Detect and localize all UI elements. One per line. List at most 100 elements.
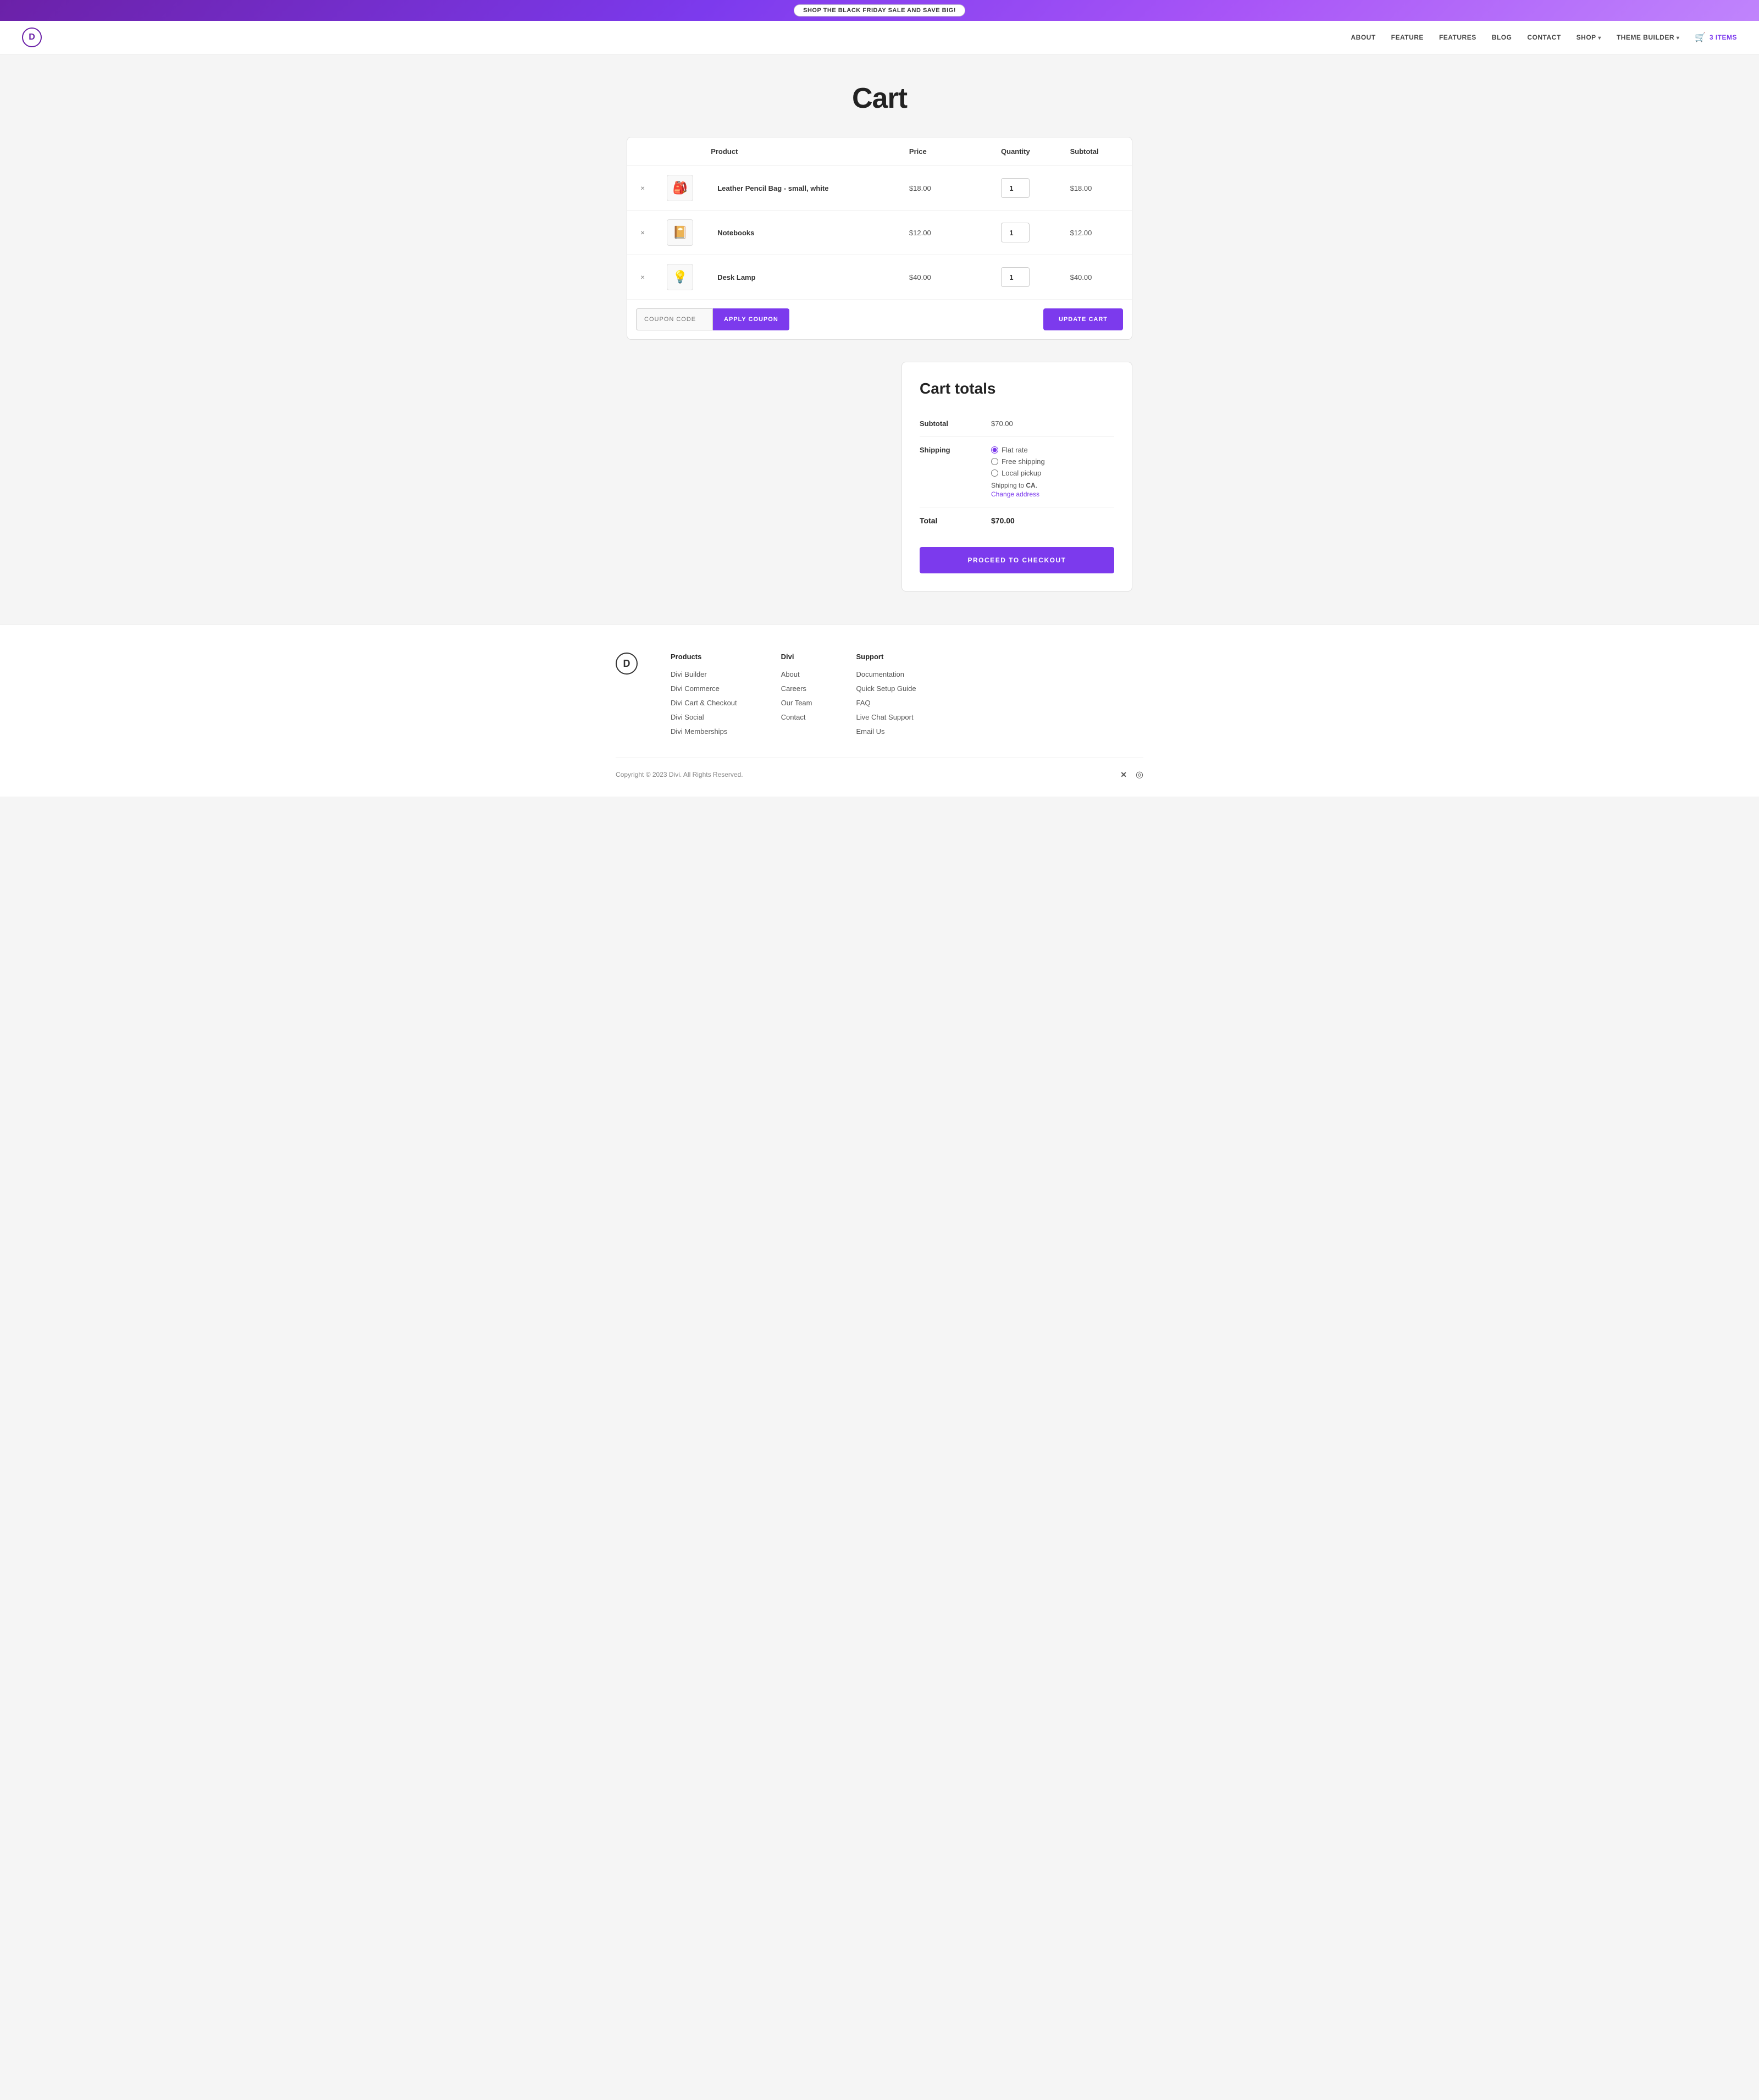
product-name-3[interactable]: Desk Lamp [711, 273, 755, 281]
col-price-header: Price [900, 137, 970, 166]
nav-feature[interactable]: FEATURE [1391, 34, 1424, 41]
shipping-radio-local[interactable] [991, 469, 998, 477]
footer-products-heading: Products [671, 653, 737, 661]
instagram-icon[interactable]: ◎ [1136, 769, 1143, 780]
footer-support-list: Documentation Quick Setup Guide FAQ Live… [856, 670, 916, 736]
footer-link-divi-commerce[interactable]: Divi Commerce [671, 684, 720, 693]
logo[interactable]: D [22, 27, 42, 47]
page-title: Cart [11, 82, 1748, 115]
cart-table: Product Price Quantity Subtotal × Leathe… [627, 137, 1132, 300]
cart-totals-title: Cart totals [920, 380, 1114, 397]
nav-cart[interactable]: 🛒 3 ITEMS [1695, 32, 1737, 43]
apply-coupon-button[interactable]: APPLY COUPON [713, 308, 789, 330]
footer-link-divi-social[interactable]: Divi Social [671, 713, 704, 721]
footer-link-email-us[interactable]: Email Us [856, 727, 885, 736]
footer-link-our-team[interactable]: Our Team [781, 699, 812, 707]
list-item: FAQ [856, 698, 916, 707]
footer-copyright: Copyright © 2023 Divi. All Rights Reserv… [616, 771, 743, 778]
shipping-free-label: Free shipping [1002, 457, 1045, 466]
list-item: Email Us [856, 727, 916, 736]
main-nav: ABOUT FEATURE FEATURES BLOG CONTACT SHOP… [1351, 32, 1737, 43]
shipping-option-free[interactable]: Free shipping [991, 457, 1114, 466]
twitter-icon[interactable]: ✕ [1120, 770, 1127, 780]
cart-items-count: 3 ITEMS [1710, 34, 1737, 41]
footer-link-live-chat[interactable]: Live Chat Support [856, 713, 914, 721]
product-price-2: $12.00 [909, 229, 931, 237]
banner-text: SHOP THE BLACK FRIDAY SALE AND SAVE BIG! [794, 4, 965, 16]
footer-logo: D [616, 653, 638, 675]
product-name-2[interactable]: Notebooks [711, 229, 754, 237]
footer-col-support: Support Documentation Quick Setup Guide … [856, 653, 916, 736]
shipping-option-local[interactable]: Local pickup [991, 469, 1114, 477]
product-qty-2[interactable] [1001, 223, 1030, 242]
list-item: Quick Setup Guide [856, 684, 916, 693]
total-row: Total $70.00 [920, 507, 1114, 534]
table-row: × Desk Lamp $40.00 $40.00 [627, 255, 1132, 300]
nav-about[interactable]: ABOUT [1351, 34, 1375, 41]
footer-columns: Products Divi Builder Divi Commerce Divi… [671, 653, 1143, 736]
list-item: Divi Commerce [671, 684, 737, 693]
col-product-header: Product [702, 137, 900, 166]
footer-link-divi-memberships[interactable]: Divi Memberships [671, 727, 727, 736]
product-qty-1[interactable] [1001, 178, 1030, 198]
shipping-state: CA [1026, 482, 1035, 489]
shipping-address-note: Shipping to CA. [991, 482, 1114, 489]
footer-divi-list: About Careers Our Team Contact [781, 670, 812, 721]
product-qty-3[interactable] [1001, 267, 1030, 287]
footer-link-contact[interactable]: Contact [781, 713, 806, 721]
total-label: Total [920, 516, 991, 525]
list-item: Divi Builder [671, 670, 737, 678]
shop-dropdown-arrow: ▾ [1598, 35, 1601, 41]
remove-item-1[interactable]: × [636, 184, 649, 192]
total-value: $70.00 [991, 516, 1015, 525]
product-thumb-3 [667, 264, 693, 290]
pencil-bag-icon [672, 181, 687, 195]
shipping-option-flat[interactable]: Flat rate [991, 446, 1114, 454]
nav-contact[interactable]: CONTACT [1527, 34, 1561, 41]
subtotal-label: Subtotal [920, 419, 991, 428]
remove-item-3[interactable]: × [636, 273, 649, 281]
top-banner: SHOP THE BLACK FRIDAY SALE AND SAVE BIG! [0, 0, 1759, 21]
footer-link-divi-cart[interactable]: Divi Cart & Checkout [671, 699, 737, 707]
list-item: Divi Social [671, 712, 737, 721]
footer-support-heading: Support [856, 653, 916, 661]
remove-item-2[interactable]: × [636, 228, 649, 237]
product-price-3: $40.00 [909, 273, 931, 281]
footer-link-documentation[interactable]: Documentation [856, 670, 904, 678]
footer-link-faq[interactable]: FAQ [856, 699, 871, 707]
footer-products-list: Divi Builder Divi Commerce Divi Cart & C… [671, 670, 737, 736]
footer-col-divi: Divi About Careers Our Team Contact [781, 653, 812, 736]
nav-shop[interactable]: SHOP ▾ [1577, 34, 1601, 41]
nav-blog[interactable]: BLOG [1492, 34, 1512, 41]
list-item: About [781, 670, 812, 678]
change-address-link[interactable]: Change address [991, 490, 1114, 498]
cart-actions: APPLY COUPON UPDATE CART [627, 300, 1132, 339]
header: D ABOUT FEATURE FEATURES BLOG CONTACT SH… [0, 21, 1759, 54]
product-thumb-1 [667, 175, 693, 201]
product-subtotal-2: $12.00 [1070, 229, 1092, 237]
footer-link-quick-setup[interactable]: Quick Setup Guide [856, 684, 916, 693]
shipping-label: Shipping [920, 446, 991, 454]
nav-theme-builder[interactable]: THEME BUILDER ▾ [1617, 34, 1680, 41]
footer-link-careers[interactable]: Careers [781, 684, 806, 693]
coupon-input[interactable] [636, 308, 713, 330]
shipping-options: Flat rate Free shipping Local pickup Shi… [991, 446, 1114, 498]
footer: D Products Divi Builder Divi Commerce Di… [0, 625, 1759, 797]
cart-totals: Cart totals Subtotal $70.00 Shipping Fla… [901, 362, 1132, 592]
table-row: × Leather Pencil Bag - small, white $18.… [627, 166, 1132, 211]
shipping-radio-free[interactable] [991, 458, 998, 465]
proceed-checkout-button[interactable]: PROCEED TO CHECKOUT [920, 547, 1114, 573]
cart-totals-wrapper: Cart totals Subtotal $70.00 Shipping Fla… [627, 362, 1132, 592]
col-remove [627, 137, 658, 166]
footer-top: D Products Divi Builder Divi Commerce Di… [616, 653, 1143, 758]
nav-features[interactable]: FEATURES [1439, 34, 1476, 41]
page-title-section: Cart [0, 54, 1759, 137]
footer-link-about[interactable]: About [781, 670, 800, 678]
shipping-radio-flat[interactable] [991, 446, 998, 454]
product-name-1[interactable]: Leather Pencil Bag - small, white [711, 184, 828, 192]
subtotal-value: $70.00 [991, 419, 1114, 428]
footer-link-divi-builder[interactable]: Divi Builder [671, 670, 707, 678]
update-cart-button[interactable]: UPDATE CART [1043, 308, 1123, 330]
shipping-options-list: Flat rate Free shipping Local pickup [991, 446, 1114, 477]
list-item: Divi Cart & Checkout [671, 698, 737, 707]
